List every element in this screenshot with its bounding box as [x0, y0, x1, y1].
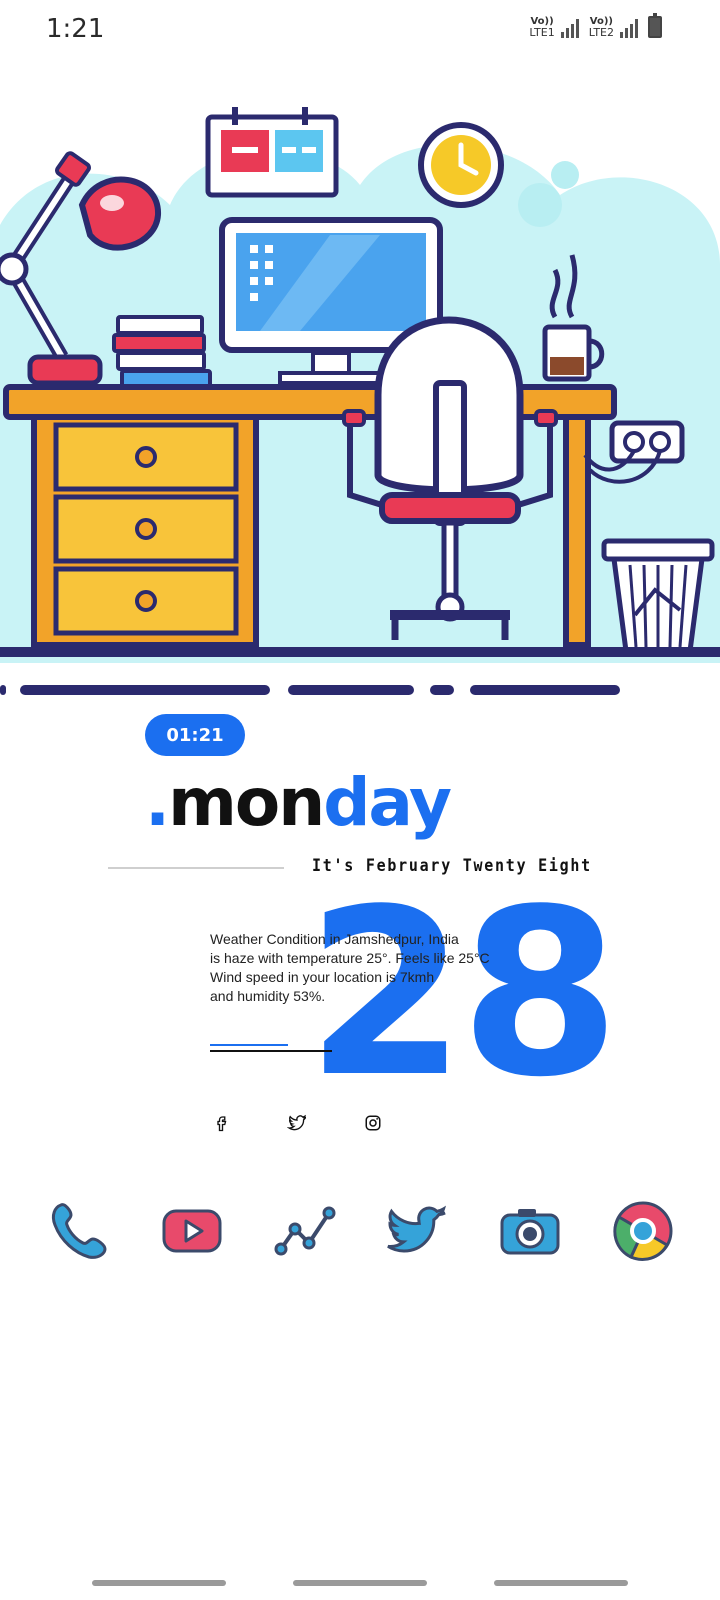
twitter-icon[interactable] [286, 1112, 308, 1134]
weather-text[interactable]: Weather Condition in Jamshedpur, India i… [210, 930, 510, 1006]
social-links [210, 1112, 384, 1134]
sim1-lte-label: LTE1 [529, 26, 555, 39]
weather-line: Weather Condition in Jamshedpur, India [210, 931, 459, 947]
desk-workspace-illustration [0, 107, 720, 695]
phone-icon[interactable] [46, 1198, 112, 1264]
status-indicators: Vo)) LTE1 Vo)) LTE2 [529, 13, 662, 39]
battery-icon [648, 13, 662, 38]
day-part2: day [323, 764, 452, 841]
status-bar: 1:21 Vo)) LTE1 Vo)) LTE2 [0, 0, 720, 60]
signal-icon [560, 18, 579, 38]
day-part1: mon [168, 764, 325, 841]
time-pill[interactable]: 01:21 [145, 714, 245, 756]
sim2-lte-label: LTE2 [588, 26, 614, 39]
camera-icon[interactable] [497, 1198, 563, 1264]
app-dock [46, 1196, 676, 1266]
back-button[interactable] [494, 1580, 628, 1586]
twitter-icon[interactable] [384, 1198, 450, 1264]
chrome-icon[interactable] [610, 1198, 676, 1264]
day-dot: . [145, 764, 170, 841]
facebook-icon[interactable] [210, 1112, 232, 1134]
signal-icon [620, 18, 638, 38]
weather-line: Wind speed in your location is 7kmh [210, 969, 435, 985]
youtube-icon[interactable] [159, 1198, 225, 1264]
day-name: .monday [145, 770, 452, 850]
divider-line [108, 867, 284, 869]
analytics-icon[interactable] [272, 1198, 338, 1264]
status-time: 1:21 [46, 14, 105, 44]
navigation-bar [0, 1580, 720, 1588]
weather-line: is haze with temperature 25°. Feels like… [210, 950, 490, 966]
home-button[interactable] [293, 1580, 427, 1586]
accent-underline [210, 1044, 288, 1046]
sim1-indicator: Vo)) LTE1 [529, 17, 555, 39]
sim2-indicator: Vo)) LTE2 [588, 17, 614, 39]
underline [210, 1050, 332, 1052]
weather-line: and humidity 53%. [210, 988, 326, 1004]
recent-apps-button[interactable] [92, 1580, 226, 1586]
instagram-icon[interactable] [362, 1112, 384, 1134]
